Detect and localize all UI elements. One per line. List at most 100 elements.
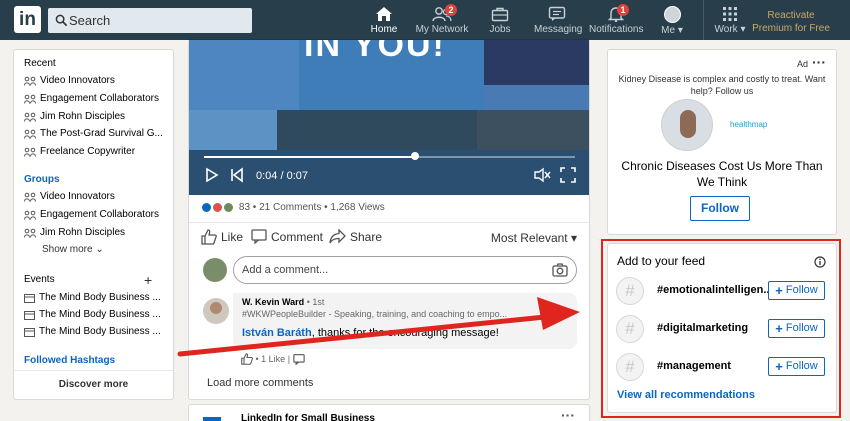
nav-jobs[interactable]: Jobs xyxy=(488,4,512,38)
comment-meta: • 1 Like | xyxy=(241,353,305,365)
nav-messaging[interactable]: Messaging xyxy=(534,4,583,38)
ad-image xyxy=(661,99,713,151)
connection-degree: • 1st xyxy=(306,297,325,307)
share-button[interactable]: Share xyxy=(329,228,382,244)
fullscreen-icon[interactable] xyxy=(560,167,576,183)
thumbs-up-icon xyxy=(201,229,217,245)
company-logo xyxy=(203,417,221,421)
more-options-icon[interactable]: ··· xyxy=(561,407,575,421)
messaging-icon xyxy=(548,6,566,21)
event-item[interactable]: The Mind Body Business ... xyxy=(24,309,170,320)
video-overlay-text: IN YOU! xyxy=(304,40,446,64)
notifications-badge: 1 xyxy=(617,4,629,16)
ad-card: Ad ··· Kidney Disease is complex and cos… xyxy=(608,50,836,234)
search-placeholder: Search xyxy=(69,13,111,28)
video-time: 0:04 / 0:07 xyxy=(256,170,308,182)
chevron-down-icon: ▾ xyxy=(740,24,746,35)
group-icon xyxy=(24,129,36,139)
group-icon xyxy=(24,94,36,104)
load-more-comments-button[interactable]: Load more comments xyxy=(207,377,313,389)
thumbs-up-icon[interactable] xyxy=(241,353,253,365)
grid-icon xyxy=(723,7,737,21)
followed-hashtags-header[interactable]: Followed Hashtags xyxy=(24,355,115,366)
comment-input[interactable]: Add a comment... xyxy=(233,256,577,284)
left-sidebar: Recent Video Innovators Engagement Colla… xyxy=(14,50,173,399)
linkedin-logo[interactable]: in xyxy=(14,6,41,33)
share-icon xyxy=(329,228,346,244)
recent-item[interactable]: Video Innovators xyxy=(24,75,170,86)
video-player[interactable]: IN YOU! 0:04 / 0:07 xyxy=(189,40,589,195)
ad-headline: Chronic Diseases Cost Us More Than We Th… xyxy=(621,159,823,189)
video-progress-track[interactable] xyxy=(204,156,575,158)
caret-down-icon: ▾ xyxy=(570,231,577,245)
comment-likes[interactable]: 1 Like xyxy=(261,354,285,364)
comment-button[interactable]: Comment xyxy=(251,229,323,245)
events-header: Events xyxy=(24,274,55,285)
next-post: LinkedIn for Small Business ··· xyxy=(189,405,589,421)
network-badge: 2 xyxy=(445,4,457,16)
recent-header: Recent xyxy=(24,58,56,69)
recent-item[interactable]: Engagement Collaborators xyxy=(24,93,170,104)
nav-me[interactable]: Me ▾ xyxy=(658,4,686,38)
ad-follow-button[interactable]: Follow xyxy=(690,196,750,221)
sort-comments-dropdown[interactable]: Most Relevant ▾ xyxy=(491,231,577,245)
next-post-title[interactable]: LinkedIn for Small Business xyxy=(241,413,375,421)
group-icon xyxy=(24,228,36,238)
commenter-avatar[interactable] xyxy=(203,298,229,324)
post-actions: Like Comment Share Most Relevant ▾ xyxy=(189,222,589,252)
group-icon xyxy=(24,112,36,122)
group-icon xyxy=(24,192,36,202)
briefcase-icon xyxy=(491,7,509,22)
recent-item[interactable]: Jim Rohn Disciples xyxy=(24,111,170,122)
nav-label: Home xyxy=(370,24,398,35)
ad-brand-logo: healthmap xyxy=(730,120,768,129)
event-item[interactable]: The Mind Body Business ... xyxy=(24,326,170,337)
comment-placeholder: Add a comment... xyxy=(242,264,329,276)
groups-header[interactable]: Groups xyxy=(24,174,60,185)
show-more-button[interactable]: Show more ⌄ xyxy=(42,244,104,255)
nav-home[interactable]: Home xyxy=(368,4,400,42)
chevron-down-icon: ▾ xyxy=(677,25,683,36)
post-stats[interactable]: 83 • 21 Comments • 1,268 Views xyxy=(201,202,385,213)
more-options-icon[interactable]: ··· xyxy=(812,54,826,70)
group-item[interactable]: Engagement Collaborators xyxy=(24,209,170,220)
recent-item[interactable]: The Post-Grad Survival G... xyxy=(24,128,170,139)
play-icon[interactable] xyxy=(205,167,219,183)
like-reaction-icon xyxy=(201,202,212,213)
skip-back-icon[interactable] xyxy=(230,167,244,183)
mention-link[interactable]: István Baráth xyxy=(242,327,312,339)
like-button[interactable]: Like xyxy=(201,229,243,245)
my-avatar xyxy=(203,258,227,282)
reactivate-premium-link[interactable]: Reactivate Premium for Free xyxy=(752,9,830,35)
discover-more-button[interactable]: Discover more xyxy=(14,370,173,399)
group-icon xyxy=(24,210,36,220)
event-item[interactable]: The Mind Body Business ... xyxy=(24,292,170,303)
nav-my-network[interactable]: 2 My Network xyxy=(414,4,470,38)
nav-label: Me xyxy=(661,25,676,36)
search-input[interactable]: Search xyxy=(48,8,252,33)
add-event-icon[interactable]: + xyxy=(144,272,152,288)
home-icon xyxy=(376,7,392,21)
love-reaction-icon xyxy=(211,202,223,213)
recent-item[interactable]: Freelance Copywriter xyxy=(24,146,170,157)
comment-bubble: W. Kevin Ward • 1st #WKWPeopleBuilder - … xyxy=(233,293,577,349)
reply-icon[interactable] xyxy=(292,353,305,365)
commenter-name[interactable]: W. Kevin Ward xyxy=(242,297,304,307)
group-icon xyxy=(24,76,36,86)
calendar-icon xyxy=(24,293,35,303)
video-progress-fill xyxy=(204,156,416,158)
highlight-box xyxy=(601,239,841,418)
group-item[interactable]: Video Innovators xyxy=(24,191,170,202)
nav-label: Messaging xyxy=(534,24,583,35)
group-item[interactable]: Jim Rohn Disciples xyxy=(24,227,170,238)
nav-work[interactable]: Work ▾ xyxy=(712,4,748,38)
ad-text: Kidney Disease is complex and costly to … xyxy=(618,74,826,96)
mute-icon[interactable] xyxy=(534,167,552,183)
chevron-down-icon: ⌄ xyxy=(95,244,104,255)
ad-label: Ad xyxy=(796,59,808,69)
calendar-icon xyxy=(24,310,35,320)
search-icon xyxy=(55,14,68,27)
nav-divider xyxy=(703,0,704,40)
camera-icon[interactable] xyxy=(552,263,568,277)
nav-notifications[interactable]: 1 Notifications xyxy=(589,4,643,38)
